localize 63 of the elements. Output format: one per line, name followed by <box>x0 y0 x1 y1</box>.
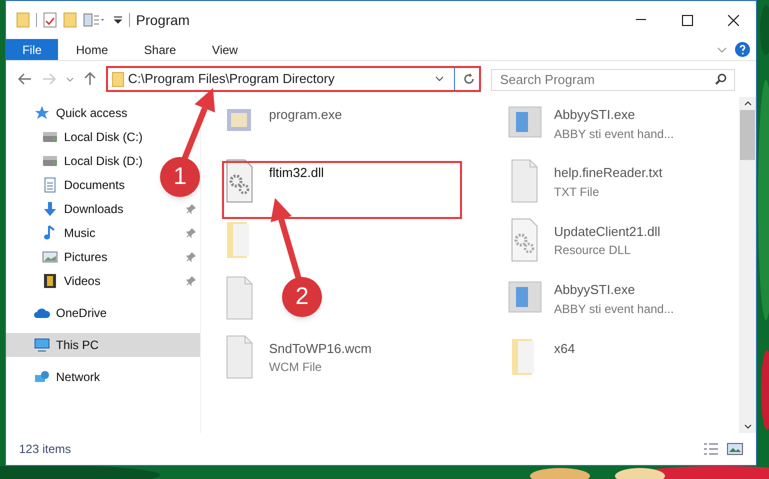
star-icon <box>34 105 50 121</box>
file-type: TXT File <box>554 184 600 201</box>
customize-arrow-icon <box>113 15 123 25</box>
folder-icon <box>112 72 124 86</box>
film-icon <box>42 273 58 289</box>
help-icon[interactable] <box>735 42 750 57</box>
ribbon-tab[interactable]: Home <box>58 39 126 60</box>
drive-icon <box>42 129 58 145</box>
file-type: Resource DLL <box>554 242 632 260</box>
nav-item[interactable]: OneDrive <box>34 301 111 325</box>
search-icon <box>715 73 727 85</box>
nav-item[interactable]: Local Disk (D:) <box>42 149 147 173</box>
ribbon-tab[interactable]: Share <box>126 39 194 60</box>
file-name: x64 <box>554 340 575 358</box>
search-field[interactable]: Search Program <box>491 68 735 90</box>
details-view-icon[interactable] <box>703 442 719 456</box>
minimize-icon <box>636 19 646 21</box>
nav-item[interactable]: Quick access <box>34 101 132 125</box>
nav-item[interactable]: Videos <box>42 269 200 293</box>
down-arrow-icon <box>42 201 58 217</box>
scrollbar-thumb[interactable] <box>740 110 755 160</box>
scroll-down-icon[interactable] <box>744 424 752 429</box>
file-name: UpdateClient21.dll <box>554 222 660 241</box>
file-type: ABBY sti event hand... <box>554 126 674 142</box>
large-icons-view-icon[interactable] <box>727 443 743 455</box>
view-icon <box>83 12 107 28</box>
nav-item[interactable]: Pictures <box>42 245 200 269</box>
back-arrow-icon[interactable] <box>18 73 32 85</box>
scroll-up-icon[interactable] <box>744 101 752 106</box>
folder-icon <box>16 12 30 28</box>
network-icon <box>34 369 50 385</box>
properties-icon <box>43 12 57 28</box>
file-name: AbbyySTI.exe <box>554 281 636 300</box>
drive-icon <box>42 153 58 169</box>
address-bar[interactable]: C:\Program Files\Program Directory <box>106 66 481 92</box>
close-icon <box>728 14 738 26</box>
nav-item[interactable]: Local Disk (C:) <box>42 125 147 149</box>
up-arrow-icon[interactable] <box>84 72 96 86</box>
file-name: help.fineReader.txt <box>554 164 662 182</box>
file-name: AbbyySTI.exe <box>554 106 636 124</box>
address-path: C:\Program Files\Program Directory <box>128 70 335 88</box>
nav-item[interactable]: Documents <box>42 173 129 197</box>
ribbon-tab[interactable]: View <box>194 39 256 60</box>
scrollbar[interactable] <box>739 97 756 433</box>
window-title: Program <box>136 10 190 30</box>
nav-item[interactable]: Network <box>34 365 104 389</box>
file-type: WCM File <box>269 359 323 376</box>
picture-icon <box>42 249 58 265</box>
monitor-icon <box>34 337 50 353</box>
nav-item[interactable]: Music <box>42 221 200 245</box>
file-name: SndToWP16.wcm <box>269 340 372 358</box>
ribbon-tab[interactable]: File <box>6 39 58 60</box>
file-name: fltim32.dll <box>269 164 324 182</box>
file-type: ABBY sti event hand... <box>554 300 674 318</box>
nav-item[interactable]: This PC <box>6 333 200 357</box>
document-icon <box>42 177 58 193</box>
file-name: program.exe <box>269 106 342 124</box>
new-folder-icon <box>63 12 77 28</box>
item-count: 123 items <box>19 441 72 458</box>
refresh-icon[interactable] <box>463 73 475 85</box>
maximize-icon <box>682 14 692 26</box>
nav-item[interactable]: Downloads <box>42 197 200 221</box>
chevron-down-icon[interactable] <box>435 76 444 82</box>
